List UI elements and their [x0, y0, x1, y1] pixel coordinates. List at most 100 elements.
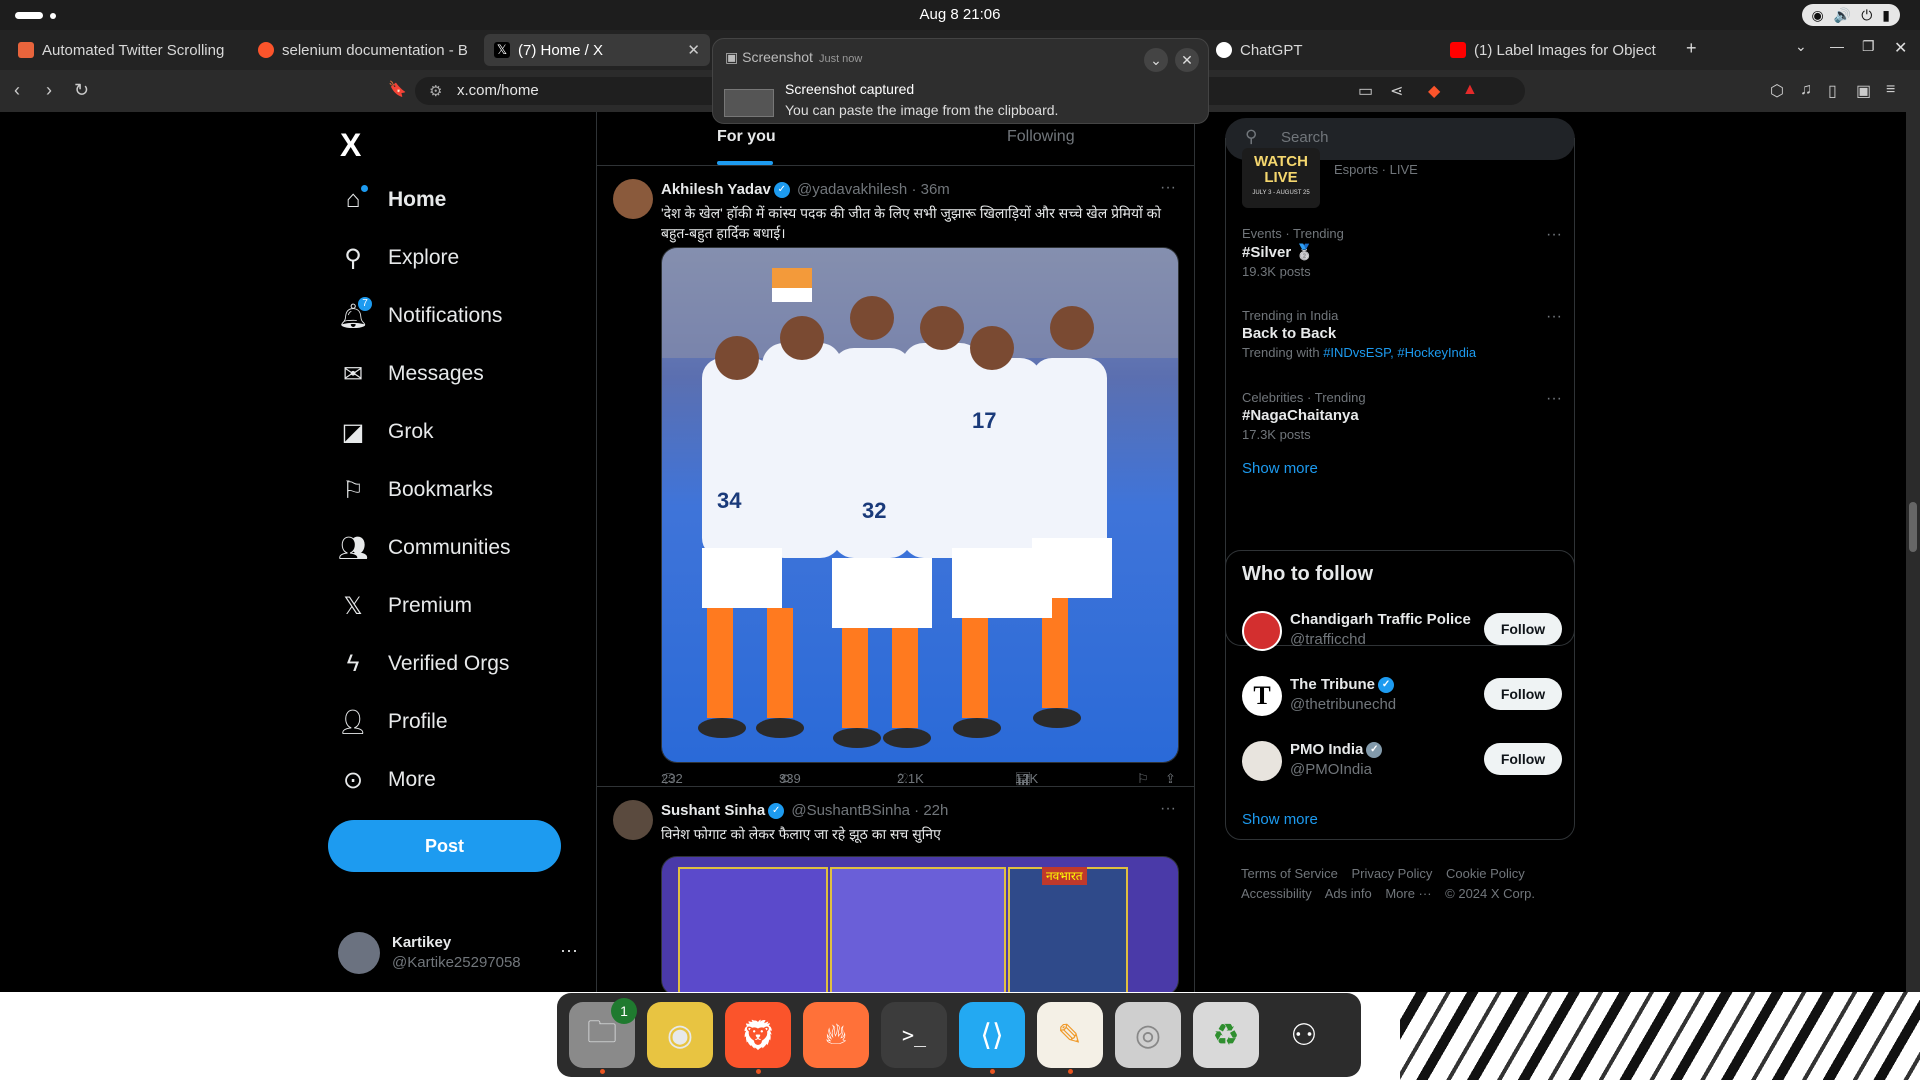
follow-suggestion[interactable]: Chandigarh Traffic Police @trafficchd Fo… [1242, 607, 1562, 657]
wallet-icon[interactable]: ▣ [1856, 81, 1871, 101]
who-to-follow-show-more[interactable]: Show more [1242, 811, 1318, 828]
brave-shields-icon[interactable]: ◆ [1428, 81, 1440, 101]
video-frame [1008, 867, 1128, 992]
disk-icon[interactable]: ◎ [1115, 1002, 1181, 1068]
tab-following[interactable]: Following [1007, 128, 1075, 146]
nav-grok[interactable]: ◪ Grok [338, 412, 434, 452]
footer-link[interactable]: Terms of Service [1241, 866, 1338, 881]
cast-icon[interactable]: ▭ [1358, 81, 1373, 101]
esports-thumbnail[interactable]: WATCH LIVE JULY 3 - AUGUST 25 [1242, 148, 1320, 208]
follow-button[interactable]: Follow [1484, 613, 1562, 645]
tab-selenium-docs[interactable]: selenium documentation - B [248, 34, 480, 66]
more-icon[interactable]: ··· [560, 940, 578, 961]
author-name[interactable]: Sushant Sinha [661, 802, 765, 819]
page-scrollbar[interactable] [1906, 112, 1920, 992]
author-handle[interactable]: @yadavakhilesh [797, 181, 907, 198]
avatar[interactable] [613, 179, 653, 219]
system-clock[interactable]: Aug 8 21:06 [0, 6, 1920, 23]
tweet-image[interactable]: 34 32 17 [661, 247, 1179, 763]
x-logo[interactable]: X [340, 127, 361, 164]
tweet-time[interactable]: · 22h [914, 802, 948, 819]
tab-home-x[interactable]: 𝕏 (7) Home / X ✕ [484, 34, 710, 66]
share-icon[interactable]: ⋖ [1390, 81, 1403, 101]
post-button[interactable]: Post [328, 820, 561, 872]
minimize-icon[interactable]: — [1830, 38, 1844, 54]
new-tab-icon[interactable]: + [1686, 38, 1697, 59]
rhythmbox-icon[interactable]: ◉ [647, 1002, 713, 1068]
nav-notifications[interactable]: 🔔︎ 7 Notifications [338, 296, 502, 336]
menu-icon[interactable]: ≡ [1886, 81, 1895, 99]
author-handle[interactable]: @SushantBSinha [791, 802, 910, 819]
follow-button[interactable]: Follow [1484, 678, 1562, 710]
vscode-icon[interactable]: ⟨⟩ [959, 1002, 1025, 1074]
notification-title: Screenshot captured [785, 81, 915, 97]
footer-link[interactable]: More ··· [1385, 886, 1431, 901]
terminal-icon[interactable]: >_ [881, 1002, 947, 1068]
share-icon[interactable]: ⇪ [1165, 771, 1176, 787]
extensions-icon[interactable]: ⬡ [1770, 81, 1784, 101]
nav-profile[interactable]: 👤︎ Profile [338, 702, 448, 742]
more-icon[interactable]: ··· [1160, 800, 1176, 818]
trends-show-more[interactable]: Show more [1242, 460, 1318, 477]
tab-chatgpt[interactable]: ChatGPT [1206, 34, 1426, 66]
trend-item[interactable]: Events · Trending #Silver 🥈 19.3K posts … [1242, 226, 1562, 279]
x-home-page: X ⌂ Home ⚲ Explore 🔔︎ 7 Notifications ✉ M… [0, 112, 1920, 992]
trend-item[interactable]: Trending in India Back to Back Trending … [1242, 308, 1562, 360]
more-icon[interactable]: ··· [1546, 390, 1562, 408]
nav-messages[interactable]: ✉ Messages [338, 354, 484, 394]
scrollbar-thumb[interactable] [1909, 502, 1917, 552]
tab-automated-twitter[interactable]: Automated Twitter Scrolling [8, 34, 240, 66]
footer-link[interactable]: Cookie Policy [1446, 866, 1525, 881]
trash-icon[interactable]: ♻ [1193, 1002, 1259, 1068]
close-icon[interactable]: ✕ [687, 41, 700, 59]
screenshot-notification[interactable]: ▣ Screenshot Just now Screenshot captured… [712, 38, 1209, 124]
text-editor-icon[interactable]: ✎ [1037, 1002, 1103, 1074]
site-info-icon[interactable]: ⚙ [429, 82, 442, 100]
nav-premium[interactable]: 𝕏 Premium [338, 586, 472, 626]
back-icon[interactable]: ‹ [14, 80, 20, 101]
trend-item[interactable]: Celebrities · Trending #NagaChaitanya 17… [1242, 390, 1562, 442]
avatar[interactable] [613, 800, 653, 840]
tweet[interactable]: Akhilesh Yadav ✓ @yadavakhilesh · 36m ···… [597, 167, 1194, 787]
nav-home[interactable]: ⌂ Home [338, 180, 446, 220]
account-switcher[interactable]: Kartikey @Kartike25297058 ··· [338, 924, 578, 984]
close-icon[interactable]: ✕ [1175, 48, 1199, 72]
footer-link[interactable]: Privacy Policy [1351, 866, 1432, 881]
follow-button[interactable]: Follow [1484, 743, 1562, 775]
more-icon[interactable]: ··· [1160, 179, 1176, 197]
chevron-down-icon[interactable]: ⌄ [1144, 48, 1168, 72]
tweet-video[interactable]: नवभारत [661, 856, 1179, 992]
nav-bookmarks[interactable]: ⚐ Bookmarks [338, 470, 493, 510]
footer-link[interactable]: Accessibility [1241, 886, 1312, 901]
window-close-icon[interactable]: ✕ [1894, 38, 1907, 58]
tab-for-you[interactable]: For you [717, 128, 776, 146]
maximize-icon[interactable]: ❐ [1862, 38, 1875, 55]
bookmark-page-icon[interactable]: 🔖 [388, 80, 407, 98]
more-icon[interactable]: ··· [1546, 226, 1562, 244]
more-icon[interactable]: ··· [1546, 308, 1562, 326]
ubuntu-icon[interactable]: ⚇ [1271, 1002, 1337, 1068]
follow-suggestion[interactable]: T The Tribune ✓ @thetribunechd Follow [1242, 672, 1562, 722]
tab-list-icon[interactable]: ⌄ [1795, 38, 1807, 55]
nav-verified-orgs[interactable]: ϟ Verified Orgs [338, 644, 510, 684]
sidebar-icon[interactable]: ▯ [1828, 81, 1837, 101]
media-icon[interactable]: ♫ [1800, 81, 1812, 99]
footer-link[interactable]: Ads info [1325, 886, 1372, 901]
brave-icon[interactable]: 🦁︎ [725, 1002, 791, 1074]
nav-more[interactable]: ⊙ More [338, 760, 436, 800]
tweet[interactable]: Sushant Sinha ✓ @SushantBSinha · 22h ··· … [597, 788, 1194, 992]
reload-icon[interactable]: ↻ [74, 80, 89, 101]
tweet-time[interactable]: · 36m [911, 181, 949, 198]
firefox-icon[interactable]: 🔥︎ [803, 1002, 869, 1068]
nav-communities[interactable]: 👥︎ Communities [338, 528, 511, 568]
nav-explore[interactable]: ⚲ Explore [338, 238, 459, 278]
bookmark-icon[interactable]: ⚐ [1137, 771, 1149, 787]
trend-hashtags[interactable]: #INDvsESP, #HockeyIndia [1323, 345, 1476, 360]
system-menu[interactable]: ◉ 🔊 ⏻ ▮ [1801, 4, 1900, 26]
forward-icon[interactable]: › [46, 80, 52, 101]
files-icon[interactable]: 🗀 1 [569, 998, 637, 1074]
tab-label-images[interactable]: (1) Label Images for Object [1440, 34, 1670, 66]
brave-rewards-icon[interactable]: ▲ [1462, 81, 1478, 99]
follow-suggestion[interactable]: PMO India ✓ @PMOIndia Follow [1242, 737, 1562, 787]
author-name[interactable]: Akhilesh Yadav [661, 181, 771, 198]
